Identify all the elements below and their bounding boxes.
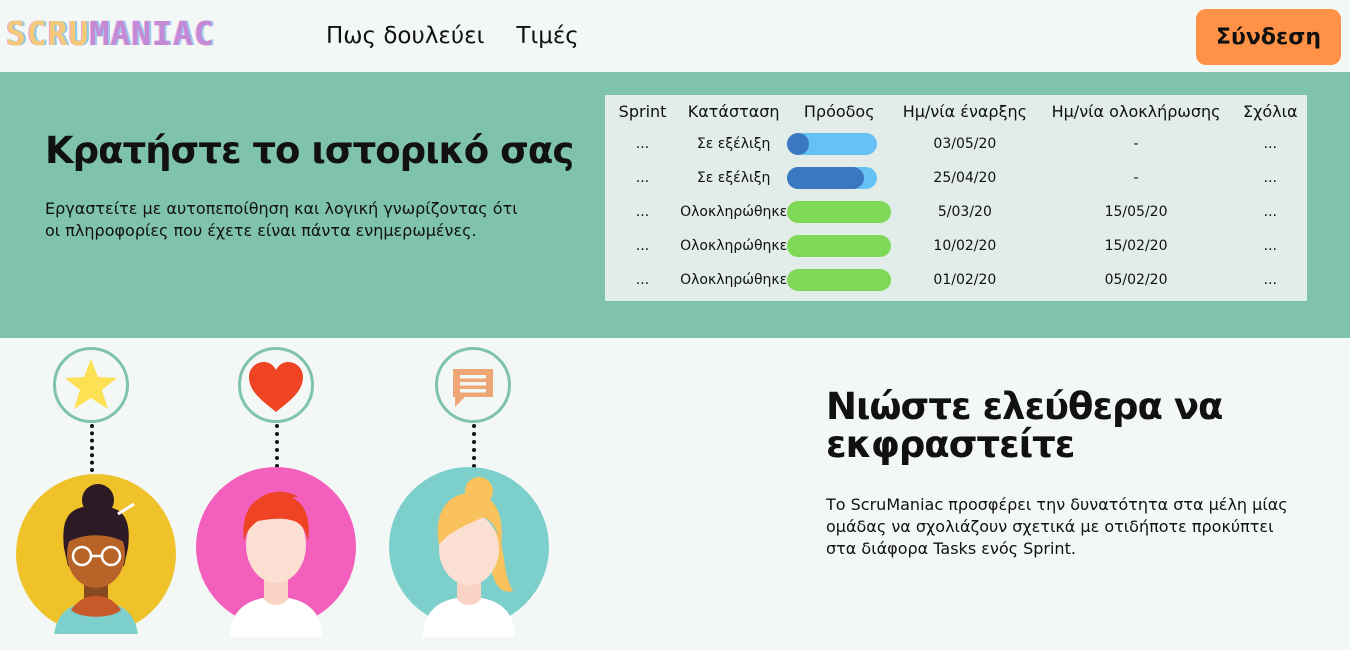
cell-comments: ...	[1263, 272, 1277, 288]
cell-progress	[787, 127, 891, 161]
table-row[interactable]: ... Ολοκληρώθηκε 01/02/20 05/02/20...	[605, 263, 1307, 297]
cell-end-date: 15/05/20	[1104, 204, 1168, 220]
cell-status: Σε εξέλιξη	[696, 136, 771, 152]
cell-sprint: ...	[635, 170, 650, 186]
cell-start-date: 03/05/20	[933, 136, 997, 152]
main-nav: Πως δουλεύει Τιμές	[326, 20, 579, 52]
cell-comments: ...	[1263, 204, 1277, 220]
cell-start-date: 25/04/20	[933, 170, 997, 186]
nav-how-it-works[interactable]: Πως δουλεύει	[326, 20, 484, 52]
progress-bar	[787, 201, 892, 223]
cell-progress	[787, 263, 892, 297]
woman-glasses-avatar	[16, 474, 176, 634]
table-row[interactable]: ... Ολοκληρώθηκε 5/03/20 15/05/20...	[605, 195, 1307, 229]
star-icon	[53, 347, 129, 423]
cell-status: Σε εξέλιξη	[696, 170, 771, 186]
logo-maniac: MANIAC	[89, 14, 215, 53]
progress-fill	[787, 269, 892, 291]
cell-end-date: 05/02/20	[1104, 272, 1168, 288]
connector-dots	[90, 424, 94, 472]
logo[interactable]: SCRUMANIAC	[6, 14, 215, 54]
cell-comments: ...	[1263, 170, 1277, 186]
cell-start-date: 5/03/20	[937, 204, 992, 220]
cell-sprint: ...	[635, 272, 650, 288]
header-progress: Πρόοδος	[803, 101, 875, 121]
progress-bar	[787, 167, 891, 189]
cell-sprint: ...	[635, 204, 650, 220]
cell-start-date: 10/02/20	[933, 238, 997, 254]
feature-description: Το ScruManiac προσφέρει την δυνατότητα σ…	[826, 495, 1288, 558]
heart-icon	[238, 347, 314, 423]
cell-start-date: 01/02/20	[933, 272, 997, 288]
cell-sprint: ...	[635, 136, 650, 152]
cell-sprint: ...	[635, 238, 650, 254]
cell-progress	[787, 195, 892, 229]
header-status: Κατάσταση	[687, 101, 780, 121]
cell-comments: ...	[1263, 238, 1277, 254]
login-button[interactable]: Σύνδεση	[1196, 9, 1341, 65]
table-header-row: Sprint Κατάσταση Πρόοδος Ημ/νία έναρξης …	[605, 95, 1307, 127]
logo-scru: SCRU	[6, 14, 90, 53]
nav-pricing[interactable]: Τιμές	[516, 20, 578, 52]
table-row[interactable]: ... Ολοκληρώθηκε 10/02/20 15/02/20...	[605, 229, 1307, 263]
feature-title: Νιώστε ελεύθερα να εκφραστείτε	[826, 385, 1223, 466]
progress-fill	[787, 201, 892, 223]
connector-dots	[275, 424, 279, 468]
history-title: Κρατήστε το ιστορικό σας	[45, 129, 574, 172]
progress-bar	[787, 269, 892, 291]
table-row[interactable]: ... Σε εξέλιξη 03/05/20 -...	[605, 127, 1307, 161]
cell-status: Ολοκληρώθηκε	[680, 204, 788, 220]
connector-dots	[472, 424, 476, 468]
cell-status: Ολοκληρώθηκε	[680, 238, 788, 254]
progress-fill	[787, 167, 865, 189]
cell-progress	[787, 229, 892, 263]
progress-bar	[787, 235, 892, 257]
cell-status: Ολοκληρώθηκε	[680, 272, 788, 288]
header-start-date: Ημ/νία έναρξης	[902, 101, 1028, 121]
header: SCRUMANIAC Πως δουλεύει Τιμές Σύνδεση	[0, 0, 1350, 72]
red-hair-man-avatar	[196, 467, 356, 643]
header-comments: Σχόλια	[1243, 101, 1298, 121]
header-sprint: Sprint	[618, 101, 667, 121]
chat-icon	[435, 347, 511, 423]
progress-bar	[787, 133, 891, 155]
blonde-woman-avatar	[389, 467, 549, 643]
cell-end-date: -	[1133, 136, 1139, 152]
cell-comments: ...	[1263, 136, 1277, 152]
cell-end-date: 15/02/20	[1104, 238, 1168, 254]
progress-fill	[787, 235, 892, 257]
history-description: Εργαστείτε με αυτοπεποίθηση και λογική γ…	[45, 199, 518, 240]
cell-progress	[787, 161, 891, 195]
header-end-date: Ημ/νία ολοκλήρωσης	[1051, 101, 1221, 121]
table-row[interactable]: ... Σε εξέλιξη 25/04/20 -...	[605, 161, 1307, 195]
cell-end-date: -	[1133, 170, 1139, 186]
sprint-history-table: Sprint Κατάσταση Πρόοδος Ημ/νία έναρξης …	[605, 95, 1307, 301]
